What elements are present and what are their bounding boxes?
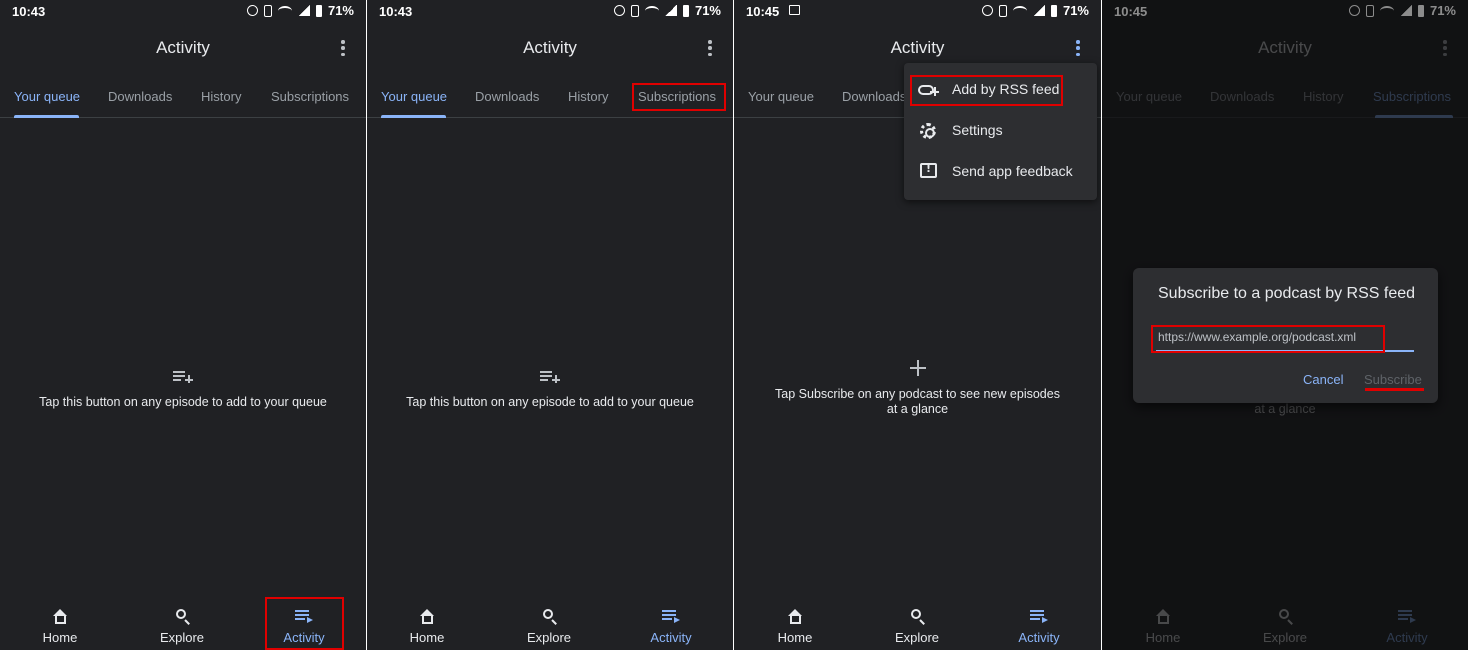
- alarm-icon: [613, 5, 625, 16]
- search-icon: [176, 609, 191, 625]
- signal-icon: [1032, 5, 1045, 16]
- empty-subscriptions-line-2: at a glance: [886, 402, 949, 416]
- wifi-icon: [1012, 5, 1027, 16]
- page-title: Activity: [890, 38, 945, 57]
- home-icon: [420, 609, 435, 624]
- empty-queue-message: Tap this button on any episode to add to…: [406, 395, 694, 409]
- tab-subscriptions[interactable]: Subscriptions: [271, 89, 349, 104]
- highlight-box: [265, 597, 344, 650]
- highlight-box: [910, 75, 1063, 106]
- tab-indicator: [14, 115, 79, 118]
- image-notification-icon: [789, 5, 800, 15]
- tab-history[interactable]: History: [201, 89, 241, 104]
- vibrate-icon: [263, 4, 272, 17]
- more-vert-icon[interactable]: [1075, 40, 1081, 56]
- activity-icon: [1030, 610, 1048, 624]
- screen-3: 10:45 71% Activity Your queue Downloads …: [734, 0, 1101, 650]
- status-time: 10:45: [746, 4, 780, 19]
- status-icons: 71%: [246, 3, 354, 18]
- tab-history[interactable]: History: [568, 89, 608, 104]
- status-time: 10:43: [12, 4, 46, 19]
- highlight-underline: [1365, 388, 1424, 391]
- tab-your-queue[interactable]: Your queue: [381, 89, 447, 104]
- nav-home-label: Home: [777, 630, 813, 645]
- battery-percent: 71%: [1062, 3, 1089, 18]
- alarm-icon: [246, 5, 258, 16]
- nav-explore-label: Explore: [159, 630, 205, 645]
- bottom-nav: Home Explore Activity: [734, 600, 1101, 650]
- vibrate-icon: [630, 4, 639, 17]
- menu-item-feedback[interactable]: Send app feedback: [904, 152, 1097, 192]
- highlight-box: [1151, 325, 1385, 353]
- status-bar: 10:43 71%: [367, 0, 733, 22]
- plus-icon: [910, 360, 926, 376]
- empty-queue-message: Tap this button on any episode to add to…: [39, 395, 327, 409]
- status-bar: 10:43 71%: [0, 0, 366, 22]
- menu-feedback-label: Send app feedback: [952, 163, 1073, 179]
- screen-1: 10:43 71% Activity Your queue Downloads …: [0, 0, 366, 650]
- queue-add-icon: [173, 370, 193, 384]
- home-icon: [53, 609, 68, 624]
- tab-your-queue[interactable]: Your queue: [748, 89, 814, 104]
- battery-icon: [1050, 4, 1057, 17]
- wifi-icon: [277, 5, 292, 16]
- highlight-box: [632, 83, 726, 111]
- cancel-button[interactable]: Cancel: [1303, 372, 1343, 387]
- menu-settings-label: Settings: [952, 122, 1003, 138]
- more-vert-icon[interactable]: [707, 40, 713, 56]
- activity-icon: [662, 610, 680, 624]
- wifi-icon: [644, 5, 659, 16]
- battery-percent: 71%: [327, 3, 354, 18]
- empty-subscriptions-line-1: Tap Subscribe on any podcast to see new …: [775, 387, 1060, 401]
- page-title: Activity: [523, 38, 577, 57]
- vibrate-icon: [998, 4, 1007, 17]
- page-title: Activity: [156, 38, 210, 57]
- screen-4: 10:45 71% Activity Your queue Downloads …: [1102, 0, 1468, 650]
- nav-activity-label: Activity: [1018, 630, 1060, 645]
- tab-your-queue[interactable]: Your queue: [14, 89, 80, 104]
- tab-bar: Your queue Downloads History Subscriptio…: [0, 86, 366, 118]
- dialog-title: Subscribe to a podcast by RSS feed: [1158, 285, 1416, 302]
- signal-icon: [664, 5, 677, 16]
- more-vert-icon[interactable]: [340, 40, 346, 56]
- nav-home-label: Home: [409, 630, 445, 645]
- tab-downloads[interactable]: Downloads: [108, 89, 172, 104]
- nav-activity-label: Activity: [650, 630, 692, 645]
- alarm-icon: [981, 5, 993, 16]
- feedback-icon: [920, 162, 937, 178]
- search-icon: [543, 609, 558, 625]
- gear-icon: [920, 123, 936, 139]
- bottom-nav: Home Explore Activity: [367, 600, 733, 650]
- signal-icon: [297, 5, 310, 16]
- tab-indicator: [381, 115, 446, 118]
- status-time: 10:43: [379, 4, 413, 19]
- screen-2: 10:43 71% Activity Your queue Downloads …: [367, 0, 733, 650]
- menu-item-settings[interactable]: Settings: [904, 111, 1097, 151]
- status-icons: 71%: [981, 3, 1089, 18]
- search-icon: [911, 609, 926, 625]
- tab-downloads[interactable]: Downloads: [842, 89, 906, 104]
- tab-downloads[interactable]: Downloads: [475, 89, 539, 104]
- nav-home-label: Home: [42, 630, 78, 645]
- status-bar: 10:45 71%: [734, 0, 1101, 22]
- nav-explore-label: Explore: [526, 630, 572, 645]
- battery-icon: [682, 4, 689, 17]
- queue-add-icon: [540, 370, 560, 384]
- empty-subscriptions-message: Tap Subscribe on any podcast to see new …: [734, 387, 1101, 417]
- status-icons: 71%: [613, 3, 721, 18]
- home-icon: [788, 609, 803, 624]
- battery-icon: [315, 4, 322, 17]
- battery-percent: 71%: [694, 3, 721, 18]
- subscribe-button[interactable]: Subscribe: [1364, 372, 1422, 387]
- nav-explore-label: Explore: [894, 630, 940, 645]
